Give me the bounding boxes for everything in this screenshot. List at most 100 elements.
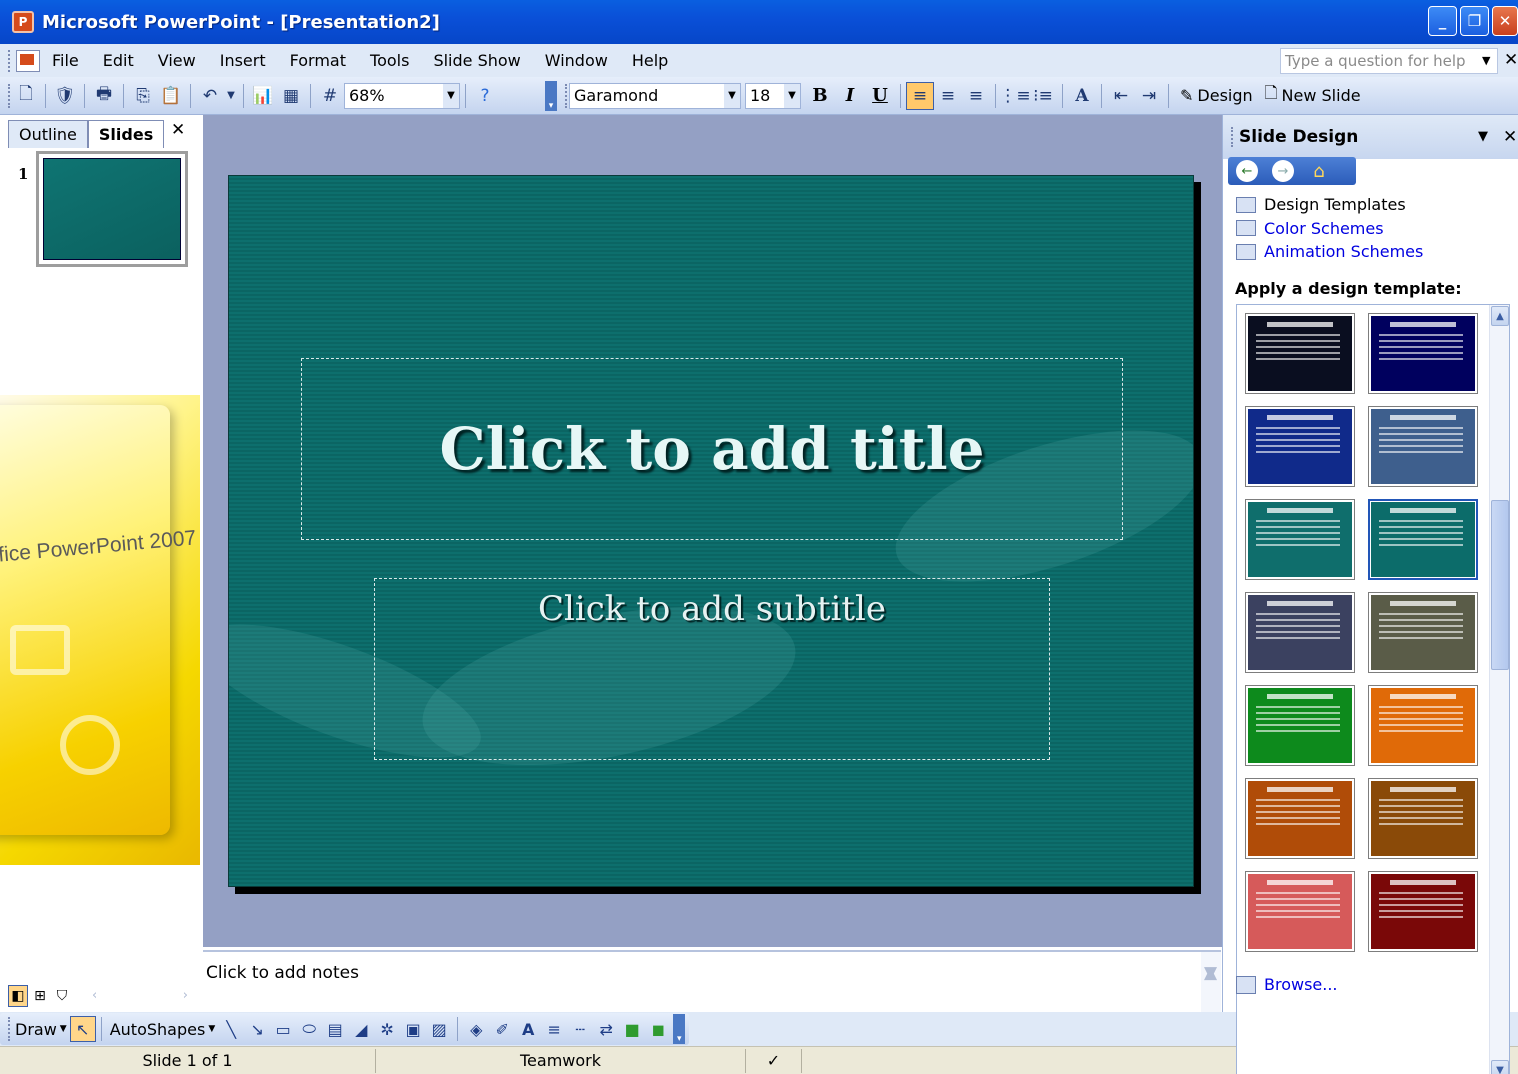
slide-thumbnail[interactable] <box>36 151 188 267</box>
close-document-icon[interactable]: ✕ <box>1504 50 1518 70</box>
increase-font-icon[interactable]: A <box>1068 82 1096 110</box>
shadow-icon[interactable]: ■ <box>619 1016 645 1042</box>
forward-icon[interactable]: → <box>1272 160 1294 182</box>
design-templates-link[interactable]: Design Templates <box>1236 193 1423 217</box>
chevron-down-icon[interactable]: ▼ <box>1482 54 1490 67</box>
menu-slide-show[interactable]: Slide Show <box>421 47 532 75</box>
menu-edit[interactable]: Edit <box>91 47 146 75</box>
align-center-icon[interactable]: ≡ <box>934 82 962 110</box>
scrollbar-thumb[interactable] <box>1491 500 1509 670</box>
oval-icon[interactable]: ⬭ <box>296 1016 322 1042</box>
design-template-thumbnail[interactable] <box>1368 406 1478 487</box>
insert-table-icon[interactable]: ▦ <box>277 82 305 110</box>
chevron-up-icon[interactable]: ▲ <box>1491 306 1509 326</box>
design-template-thumbnail[interactable] <box>1368 592 1478 673</box>
line-color-icon[interactable]: ✐ <box>489 1016 515 1042</box>
chevron-left-icon[interactable]: ‹ <box>92 988 97 1008</box>
home-icon[interactable]: ⌂ <box>1308 160 1330 182</box>
tab-outline[interactable]: Outline <box>8 120 88 148</box>
fill-color-icon[interactable]: ◈ <box>463 1016 489 1042</box>
new-icon[interactable]: 🗋 <box>12 82 40 110</box>
toolbar-options-icon[interactable]: ▾ <box>545 80 557 111</box>
clip-art-icon[interactable]: ▣ <box>400 1016 426 1042</box>
title-placeholder[interactable]: Click to add title <box>301 358 1123 540</box>
notes-scrollbar[interactable]: ▲ ▼ <box>1201 952 1221 1012</box>
menu-file[interactable]: File <box>40 47 91 75</box>
chevron-down-icon[interactable]: ▼ <box>443 83 459 108</box>
help-icon[interactable]: ? <box>471 82 499 110</box>
paste-icon[interactable]: 📋 <box>157 82 185 110</box>
menu-help[interactable]: Help <box>620 47 680 75</box>
copy-icon[interactable]: ⎘ <box>129 82 157 110</box>
chevron-down-icon[interactable]: ▼ <box>1478 129 1488 144</box>
select-pointer-icon[interactable]: ↖ <box>69 1016 96 1042</box>
chevron-down-icon[interactable]: ▼ <box>1204 963 1217 983</box>
slide-show-icon[interactable]: ⛉ <box>52 985 72 1007</box>
arrow-icon[interactable]: ↘ <box>244 1016 270 1042</box>
dash-style-icon[interactable]: ┄ <box>567 1016 593 1042</box>
design-template-thumbnail[interactable] <box>1245 685 1355 766</box>
menu-insert[interactable]: Insert <box>208 47 278 75</box>
diagram-icon[interactable]: ✲ <box>374 1016 400 1042</box>
design-template-thumbnail[interactable] <box>1245 592 1355 673</box>
textbox-icon[interactable]: ▤ <box>322 1016 348 1042</box>
menu-view[interactable]: View <box>146 47 208 75</box>
slide-sorter-icon[interactable]: ⊞ <box>30 985 50 1007</box>
line-style-icon[interactable]: ≡ <box>541 1016 567 1042</box>
zoom-select[interactable]: 68% ▼ <box>344 82 460 109</box>
design-template-thumbnail[interactable] <box>1368 871 1478 952</box>
undo-icon[interactable]: ↶ <box>196 82 224 110</box>
picture-icon[interactable]: ▨ <box>426 1016 452 1042</box>
line-icon[interactable]: ╲ <box>218 1016 244 1042</box>
font-size-select[interactable]: 18 ▼ <box>745 82 801 109</box>
back-icon[interactable]: ← <box>1236 160 1258 182</box>
numbering-icon[interactable]: ⋮≡ <box>999 82 1030 110</box>
close-icon[interactable]: ✕ <box>171 120 185 140</box>
chevron-right-icon[interactable]: › <box>183 988 188 1008</box>
design-template-thumbnail[interactable] <box>1368 685 1478 766</box>
decrease-indent-icon[interactable]: ⇤ <box>1107 82 1135 110</box>
toolbar-options-icon[interactable]: ▾ <box>673 1014 686 1044</box>
wordart-icon[interactable]: ◢ <box>348 1016 374 1042</box>
print-icon[interactable]: 🖶 <box>90 82 118 110</box>
design-template-thumbnail[interactable] <box>1245 406 1355 487</box>
tab-slides[interactable]: Slides <box>87 120 165 148</box>
normal-view-icon[interactable]: ◧ <box>8 985 28 1007</box>
increase-indent-icon[interactable]: ⇥ <box>1135 82 1163 110</box>
chevron-down-icon[interactable]: ▼ <box>1491 1060 1509 1074</box>
design-template-thumbnail[interactable] <box>1245 871 1355 952</box>
animation-schemes-link[interactable]: Animation Schemes <box>1236 240 1423 264</box>
bullets-icon[interactable]: ⁝≡ <box>1029 82 1057 110</box>
design-template-thumbnail[interactable] <box>1368 499 1478 580</box>
document-icon[interactable] <box>16 49 40 72</box>
chevron-down-icon[interactable]: ▼ <box>784 83 800 108</box>
minimize-button[interactable]: _ <box>1428 6 1457 36</box>
undo-dropdown-icon[interactable]: ▼ <box>224 82 238 110</box>
horizontal-scrollbar[interactable]: ‹ › <box>80 988 200 1008</box>
design-template-thumbnail[interactable] <box>1245 313 1355 394</box>
align-right-icon[interactable]: ≡ <box>962 82 990 110</box>
align-left-icon[interactable]: ≡ <box>906 81 934 110</box>
notes-pane[interactable]: Click to add notes ▲ ▼ <box>203 950 1221 1012</box>
subtitle-placeholder[interactable]: Click to add subtitle <box>374 578 1050 760</box>
autoshapes-button[interactable]: AutoShapes ▼ <box>107 1016 219 1042</box>
arrow-style-icon[interactable]: ⇄ <box>593 1016 619 1042</box>
powerpoint-app-icon[interactable]: P <box>12 11 34 33</box>
menu-window[interactable]: Window <box>533 47 620 75</box>
browse-link[interactable]: Browse... <box>1236 975 1338 994</box>
help-search-input[interactable]: Type a question for help <box>1280 48 1498 74</box>
rectangle-icon[interactable]: ▭ <box>270 1016 296 1042</box>
insert-chart-icon[interactable]: 📊 <box>249 82 277 110</box>
task-pane-grip[interactable] <box>1231 127 1235 147</box>
permission-icon[interactable]: 🛡 <box>51 82 79 110</box>
design-template-thumbnail[interactable] <box>1245 778 1355 859</box>
close-button[interactable]: ✕ <box>1492 6 1518 36</box>
menu-tools[interactable]: Tools <box>358 47 421 75</box>
design-template-thumbnail[interactable] <box>1368 778 1478 859</box>
design-template-thumbnail[interactable] <box>1368 313 1478 394</box>
italic-button[interactable]: I <box>835 82 865 110</box>
grid-icon[interactable]: # <box>316 82 344 110</box>
color-schemes-link[interactable]: Color Schemes <box>1236 217 1423 241</box>
menu-grip[interactable] <box>8 49 12 72</box>
design-template-thumbnail[interactable] <box>1245 499 1355 580</box>
